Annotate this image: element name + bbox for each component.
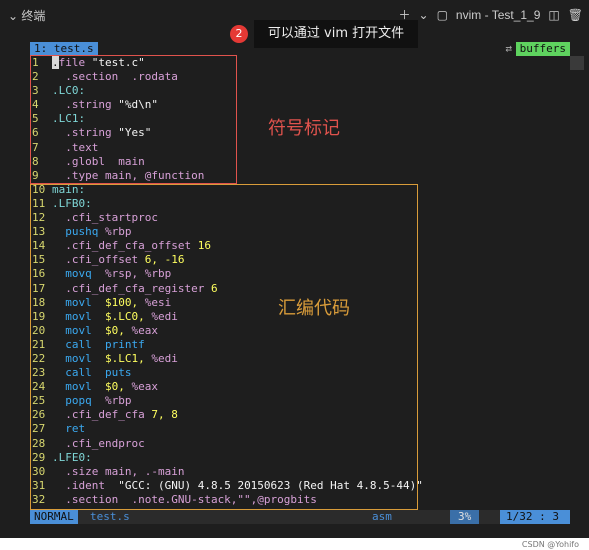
terminal-instance-icon: ▢ [436,7,448,22]
tooltip: 可以通过 vim 打开文件 [254,20,418,48]
step-badge: 2 [230,25,248,43]
buffers-icon: ⇄ [505,42,512,55]
vim-statusline: NORMAL test.s asm 3% 1/32 : 3 [30,510,570,524]
scrollbar[interactable] [570,56,584,70]
buffers-label: buffers [515,42,570,56]
tab-test-s[interactable]: 1: test.s [30,42,98,56]
terminal-title[interactable]: ⌄ 终端 [8,7,45,24]
status-filetype: asm [372,510,392,523]
split-icon[interactable]: ◫ [548,8,559,22]
terminal-instance-label[interactable]: nvim - Test_1_9 [456,8,541,22]
chevron-down-icon[interactable]: ⌄ [419,8,429,22]
trash-icon[interactable]: 🗑 [568,8,583,22]
code-annotation: 汇编代码 [278,298,350,319]
status-position: 1/32 : 3 [500,510,570,524]
symbols-annotation: 符号标记 [268,118,340,139]
code-box [30,184,418,510]
terminal-title-label: 终端 [21,9,46,23]
mode-indicator: NORMAL [30,510,78,524]
symbols-box [30,55,237,184]
status-percent: 3% [450,510,480,524]
status-filename: test.s [90,510,130,523]
terminal-actions: ＋ ⌄ ▢ nvim - Test_1_9 ◫ 🗑 [399,6,584,23]
credit: CSDN @Yohifo [521,540,579,549]
chevron-down-icon[interactable]: ⌄ [8,9,18,23]
